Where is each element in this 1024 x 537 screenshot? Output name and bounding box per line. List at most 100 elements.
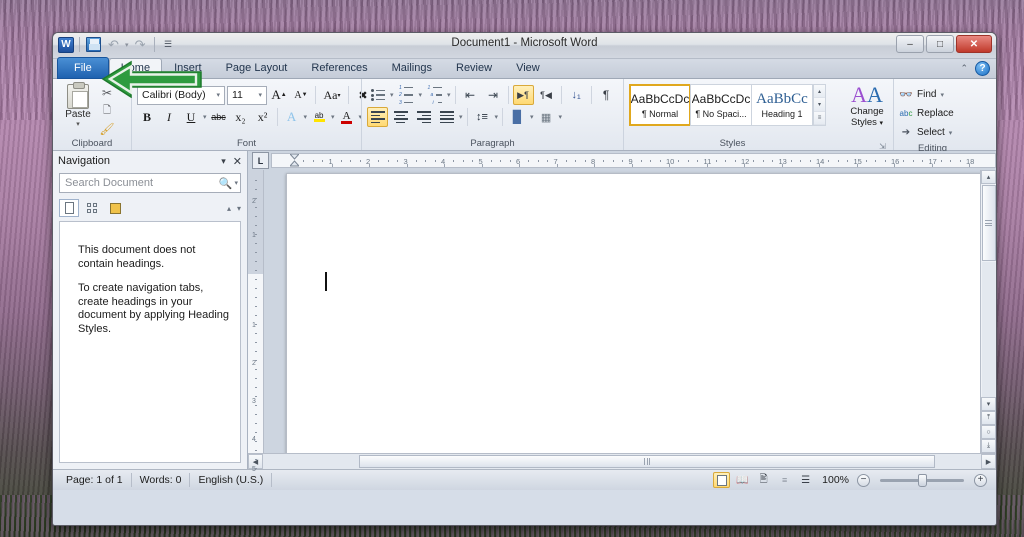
- shading-icon[interactable]: ▉: [507, 107, 528, 127]
- scroll-up-button[interactable]: ▴: [981, 170, 996, 184]
- bullets-caret-icon[interactable]: ▾: [390, 91, 394, 99]
- style-item-no-spacing[interactable]: AaBbCcDc ¶ No Spaci...: [690, 84, 752, 126]
- multilevel-list-icon[interactable]: 1 a i: [424, 85, 445, 106]
- view-web-layout-icon[interactable]: 🖹: [755, 472, 772, 488]
- status-page[interactable]: Page: 1 of 1: [58, 473, 132, 487]
- tab-file[interactable]: File: [57, 57, 109, 79]
- font-name-caret-icon[interactable]: ▾: [214, 91, 222, 99]
- select-button[interactable]: ➔ Select ▾: [899, 123, 953, 142]
- show-formatting-marks-icon[interactable]: ¶: [596, 85, 617, 105]
- text-effects-caret-icon[interactable]: ▾: [304, 113, 308, 121]
- find-caret-icon[interactable]: ▾: [940, 91, 944, 99]
- line-spacing-caret-icon[interactable]: ▾: [495, 113, 499, 121]
- zoom-slider-thumb[interactable]: [918, 473, 927, 487]
- minimize-button[interactable]: –: [896, 35, 924, 53]
- align-left-icon[interactable]: [367, 107, 388, 127]
- nav-tab-pages-icon[interactable]: [82, 199, 102, 217]
- horizontal-scroll-thumb[interactable]: [359, 455, 935, 468]
- style-item-normal[interactable]: AaBbCcDc ¶ Normal: [629, 84, 691, 126]
- tab-review[interactable]: Review: [444, 58, 504, 79]
- tab-page-layout[interactable]: Page Layout: [214, 58, 300, 79]
- tab-insert[interactable]: Insert: [162, 58, 214, 79]
- replace-button[interactable]: ab c Replace: [899, 104, 954, 123]
- horizontal-ruler[interactable]: 1 2 3 4 5 6 7 8 9 10 11 12 13 14 15 16 17 18: [271, 153, 996, 168]
- tab-references[interactable]: References: [299, 58, 379, 79]
- ltr-text-direction-icon[interactable]: ▶¶: [512, 85, 534, 105]
- nav-next-icon[interactable]: ▾: [237, 204, 241, 213]
- paste-caret-icon[interactable]: ▾: [76, 120, 80, 128]
- indent-marker[interactable]: [288, 154, 301, 167]
- document-page[interactable]: [286, 173, 980, 453]
- bullets-icon[interactable]: [367, 85, 388, 105]
- rtl-text-direction-icon[interactable]: ¶◀: [536, 85, 557, 105]
- status-language[interactable]: English (U.S.): [190, 473, 273, 487]
- decrease-indent-icon[interactable]: ⇤: [460, 85, 481, 105]
- styles-more-icon[interactable]: ≡: [814, 111, 825, 125]
- numbering-icon[interactable]: 1 2 3: [396, 85, 417, 106]
- styles-scroll-down-icon[interactable]: ▾: [814, 98, 825, 112]
- help-icon[interactable]: ?: [975, 61, 990, 76]
- strikethrough-icon[interactable]: abc: [209, 107, 229, 127]
- text-effects-icon[interactable]: A: [282, 107, 302, 127]
- select-caret-icon[interactable]: ▾: [949, 129, 953, 137]
- grow-font-icon[interactable]: A ▲: [269, 85, 289, 105]
- change-case-icon[interactable]: Aa ▾: [320, 85, 344, 105]
- zoom-slider-track[interactable]: [880, 473, 964, 487]
- previous-page-button[interactable]: ⤒: [981, 411, 996, 425]
- cut-icon[interactable]: ✂: [98, 85, 116, 101]
- sort-icon[interactable]: ↓₁: [566, 85, 587, 105]
- copy-icon[interactable]: 🗋: [98, 103, 116, 119]
- search-icon[interactable]: 🔍: [219, 177, 233, 190]
- tab-mailings[interactable]: Mailings: [380, 58, 444, 79]
- next-page-button[interactable]: ⤓: [981, 439, 996, 453]
- find-button[interactable]: 👓 Find ▾: [899, 85, 944, 104]
- multilevel-caret-icon[interactable]: ▾: [447, 91, 451, 99]
- close-button[interactable]: ✕: [956, 35, 992, 53]
- collapse-ribbon-icon[interactable]: ⌃: [960, 63, 968, 74]
- change-styles-button[interactable]: AA Change Styles ▾: [846, 84, 888, 129]
- navigation-close-icon[interactable]: ✕: [226, 155, 242, 168]
- style-item-heading1[interactable]: AaBbCс Heading 1: [751, 84, 813, 126]
- search-caret-icon[interactable]: ▾: [232, 179, 238, 187]
- font-size-combo[interactable]: 11 ▾: [227, 85, 267, 105]
- shading-caret-icon[interactable]: ▾: [530, 113, 534, 121]
- view-full-screen-reading-icon[interactable]: 📖: [734, 472, 751, 488]
- tab-stop-selector[interactable]: L: [252, 152, 269, 169]
- zoom-in-button[interactable]: +: [974, 473, 987, 487]
- status-words[interactable]: Words: 0: [132, 473, 191, 487]
- align-right-icon[interactable]: [413, 107, 434, 127]
- justify-icon[interactable]: [436, 107, 457, 127]
- italic-icon[interactable]: I: [159, 107, 179, 127]
- highlight-icon[interactable]: ab: [309, 107, 329, 127]
- paste-button[interactable]: Paste ▾: [58, 82, 98, 128]
- vertical-scroll-thumb[interactable]: [981, 185, 996, 261]
- underline-caret-icon[interactable]: ▾: [203, 113, 207, 121]
- nav-tab-headings-icon[interactable]: [59, 199, 79, 217]
- highlight-caret-icon[interactable]: ▾: [331, 113, 335, 121]
- horizontal-scroll-track[interactable]: [263, 454, 981, 469]
- underline-icon[interactable]: U: [181, 107, 201, 127]
- line-spacing-icon[interactable]: ↕≡: [472, 107, 493, 127]
- zoom-level-label[interactable]: 100%: [818, 474, 853, 486]
- align-center-icon[interactable]: [390, 107, 411, 127]
- bold-icon[interactable]: B: [137, 107, 157, 127]
- scroll-right-button[interactable]: ▶: [981, 454, 996, 469]
- borders-caret-icon[interactable]: ▾: [559, 113, 563, 121]
- nav-prev-icon[interactable]: ▴: [227, 204, 231, 213]
- subscript-icon[interactable]: x₂: [231, 107, 251, 127]
- select-browse-object-button[interactable]: ○: [981, 425, 996, 439]
- increase-indent-icon[interactable]: ⇥: [483, 85, 504, 105]
- tab-home[interactable]: Home: [108, 58, 163, 79]
- zoom-out-button[interactable]: −: [857, 473, 870, 487]
- vertical-scroll-track[interactable]: [981, 262, 996, 397]
- search-input[interactable]: Search Document 🔍 ▾: [59, 173, 241, 193]
- view-outline-icon[interactable]: ≡: [776, 472, 793, 488]
- vertical-scrollbar[interactable]: ▴ ▾ ⤒ ○ ⤓: [980, 170, 996, 453]
- shrink-font-icon[interactable]: A ▼: [291, 85, 311, 105]
- justify-caret-icon[interactable]: ▾: [459, 113, 463, 121]
- styles-scroll-up-icon[interactable]: ▴: [814, 85, 825, 99]
- nav-tab-results-icon[interactable]: [105, 199, 125, 217]
- tab-view[interactable]: View: [504, 58, 552, 79]
- view-print-layout-icon[interactable]: [713, 472, 731, 488]
- maximize-button[interactable]: □: [926, 35, 954, 53]
